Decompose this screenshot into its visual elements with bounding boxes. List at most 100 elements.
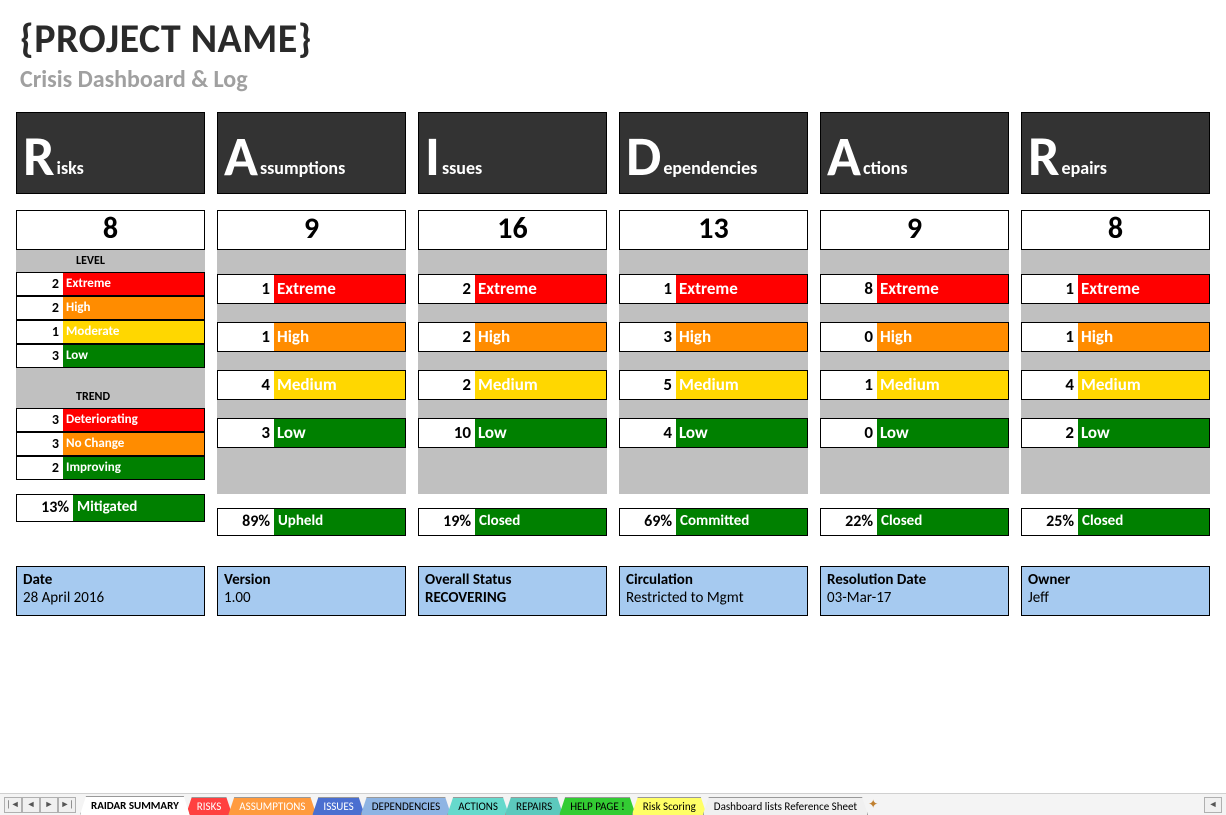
sheet-tab[interactable]: RISKS (186, 797, 232, 815)
column-total: 16 (418, 210, 607, 250)
level-count: 4 (218, 371, 274, 399)
sheet-tab[interactable]: RAIDAR SUMMARY (80, 796, 190, 815)
column-header-rest: isks (55, 157, 84, 185)
level-row: 0Low (820, 418, 1009, 448)
level-count: 4 (620, 419, 676, 447)
column-total: 8 (1021, 210, 1210, 250)
dashboard-column: Actions98Extreme0High1Medium0Low22%Close… (820, 112, 1009, 536)
percent-value: 69% (620, 509, 676, 535)
column-total: 8 (16, 210, 205, 250)
column-header-rest: epairs (1060, 157, 1107, 185)
info-label: Owner (1028, 571, 1203, 589)
level-row: 1Extreme (619, 274, 808, 304)
column-header-letter: I (419, 129, 440, 185)
column-body: 2Extreme2High2Medium10Low (418, 250, 607, 494)
level-label: Extreme (63, 273, 204, 295)
column-header: Issues (418, 112, 607, 194)
page-header: {PROJECT NAME} Crisis Dashboard & Log (0, 0, 1226, 94)
percent-value: 89% (218, 509, 274, 535)
level-label: Extreme (877, 275, 1008, 303)
tab-nav-next[interactable]: ► (40, 797, 58, 813)
percent-label: Committed (676, 509, 807, 535)
percent-label: Closed (1078, 509, 1209, 535)
level-label: Medium (475, 371, 606, 399)
level-count: 3 (17, 345, 63, 367)
level-row: 1High (217, 322, 406, 352)
column-total: 9 (820, 210, 1009, 250)
info-value: Jeff (1028, 589, 1203, 607)
tab-nav-first[interactable]: |◄ (4, 797, 22, 813)
trend-count: 2 (17, 457, 63, 479)
level-count: 4 (1022, 371, 1078, 399)
sheet-tab[interactable]: Risk Scoring (632, 797, 707, 815)
level-label: Low (475, 419, 606, 447)
trend-label: No Change (63, 433, 204, 455)
level-count: 1 (821, 371, 877, 399)
column-body: 1Extreme3High5Medium4Low (619, 250, 808, 494)
dashboard-column: Dependencies 131Extreme3High5Medium4Low 69… (619, 112, 808, 536)
level-count: 2 (419, 275, 475, 303)
level-count: 2 (419, 371, 475, 399)
column-header-letter: R (17, 129, 55, 185)
percent-row: 25%Closed (1021, 508, 1210, 536)
sheet-tab[interactable]: HELP PAGE ! (559, 797, 636, 815)
sheet-tab[interactable]: ACTIONS (447, 797, 509, 815)
trend-row: 3No Change (16, 432, 205, 456)
level-row: 2High (16, 296, 205, 320)
percent-value: 25% (1022, 509, 1078, 535)
sheet-tab[interactable]: ASSUMPTIONS (228, 797, 316, 815)
percent-row: 19%Closed (418, 508, 607, 536)
percent-label: Mitigated (73, 495, 204, 521)
project-title: {PROJECT NAME} (20, 14, 1206, 63)
level-label: High (676, 323, 807, 351)
level-row: 4Medium (217, 370, 406, 400)
sheet-tab-bar: |◄ ◄ ► ►| RAIDAR SUMMARYRISKSASSUMPTIONS… (0, 793, 1226, 815)
info-label: Version (224, 571, 399, 589)
sheet-tab[interactable]: Dashboard lists Reference Sheet (703, 797, 868, 815)
level-label: Medium (1078, 371, 1209, 399)
level-count: 2 (419, 323, 475, 351)
level-label: High (475, 323, 606, 351)
sheet-tab[interactable]: DEPENDENCIES (361, 797, 452, 815)
level-row: 0High (820, 322, 1009, 352)
info-label: Overall Status (425, 571, 600, 589)
level-row: 1High (1021, 322, 1210, 352)
column-header-letter: R (1022, 129, 1060, 185)
column-header: Dependencies (619, 112, 808, 194)
insert-sheet-icon[interactable]: ✦ (864, 797, 882, 813)
level-label: High (274, 323, 405, 351)
level-row: 2High (418, 322, 607, 352)
column-body: 8Extreme0High1Medium0Low (820, 250, 1009, 494)
hscroll-left[interactable]: ◄ (1204, 797, 1222, 813)
hscroll-controls: ◄ (1204, 797, 1226, 813)
column-body: 1Extreme1High4Medium2Low (1021, 250, 1210, 494)
tab-nav-last[interactable]: ►| (58, 797, 76, 813)
sheet-tab[interactable]: ISSUES (312, 797, 364, 815)
sheet-tab[interactable]: REPAIRS (505, 797, 563, 815)
level-heading: LEVEL (16, 250, 205, 272)
level-row: 3Low (16, 344, 205, 368)
level-count: 1 (17, 321, 63, 343)
dashboard-column: Risks 8LEVEL2Extreme2High1Moderate3LowTRE… (16, 112, 205, 536)
level-row: 1Extreme (217, 274, 406, 304)
trend-row: 2Improving (16, 456, 205, 480)
level-label: Extreme (676, 275, 807, 303)
level-count: 10 (419, 419, 475, 447)
trend-row: 3Deteriorating (16, 408, 205, 432)
level-row: 10Low (418, 418, 607, 448)
column-header-letter: D (620, 129, 661, 185)
column-total: 13 (619, 210, 808, 250)
level-count: 2 (17, 273, 63, 295)
column-header-letter: A (218, 129, 258, 185)
level-label: Low (1078, 419, 1209, 447)
level-count: 3 (218, 419, 274, 447)
percent-value: 22% (821, 509, 877, 535)
level-row: 3Low (217, 418, 406, 448)
column-body: LEVEL2Extreme2High1Moderate3LowTREND3Det… (16, 250, 205, 480)
tab-nav-prev[interactable]: ◄ (22, 797, 40, 813)
column-header-letter: A (821, 129, 861, 185)
level-label: Low (63, 345, 204, 367)
level-label: Medium (676, 371, 807, 399)
trend-count: 3 (17, 433, 63, 455)
column-total: 9 (217, 210, 406, 250)
